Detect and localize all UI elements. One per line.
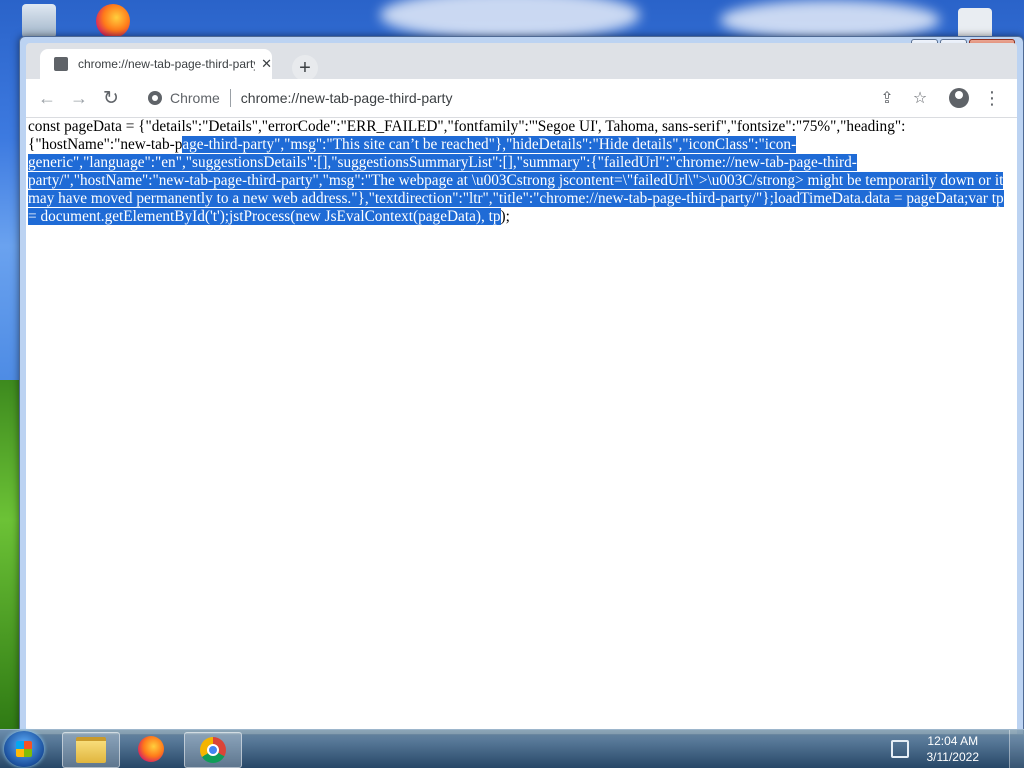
omnibox-separator [229, 89, 231, 107]
reload-icon[interactable]: ↻ [100, 87, 122, 109]
network-icon[interactable] [890, 740, 909, 758]
chrome-chip-icon [148, 91, 162, 105]
share-icon[interactable]: ⇪ [876, 87, 898, 109]
star-icon[interactable]: ☆ [909, 87, 931, 109]
address-bar[interactable]: Chrome chrome://new-tab-page-third-party [140, 84, 915, 112]
chrome-icon [200, 737, 226, 763]
url-text[interactable]: chrome://new-tab-page-third-party [241, 90, 453, 106]
taskbar-chrome-button[interactable] [184, 732, 242, 768]
chrome-chip-label: Chrome [170, 90, 220, 106]
kebab-menu-icon[interactable]: ⋮ [981, 87, 1003, 109]
tab-title: chrome://new-tab-page-third-party [77, 57, 256, 71]
browser-toolbar: ← → ↻ Chrome chrome://new-tab-page-third… [26, 79, 1017, 118]
firefox-desktop-icon[interactable] [96, 4, 130, 38]
clock-time: 12:04 AM [927, 734, 979, 748]
taskbar-explorer-button[interactable] [62, 732, 120, 768]
unselected-text-end: ); [500, 208, 510, 225]
desktop-cloud [380, 0, 640, 40]
profile-icon[interactable] [948, 87, 970, 109]
browser-tab[interactable]: chrome://new-tab-page-third-party ✕ [40, 49, 272, 79]
firefox-icon [138, 736, 164, 762]
page-favicon-icon [54, 57, 68, 71]
start-button[interactable] [4, 731, 44, 767]
taskbar-firefox-button[interactable] [123, 732, 179, 766]
browser-window: — ▫ ✕ chrome://new-tab-page-third-party … [19, 36, 1024, 735]
tab-strip: chrome://new-tab-page-third-party ✕ + [26, 43, 1017, 81]
new-tab-button[interactable]: + [292, 55, 318, 81]
desktop-cloud [720, 0, 940, 40]
show-desktop-button[interactable] [1009, 730, 1024, 768]
arrow-right-icon[interactable]: → [68, 87, 90, 109]
page-source-text[interactable]: const pageData = {"details":"Details","e… [26, 118, 1017, 734]
arrow-left-icon[interactable]: ← [36, 87, 58, 109]
clock-date: 3/11/2022 [926, 750, 980, 764]
system-tray: 12:04 AM 3/11/2022 [890, 730, 1024, 768]
folder-icon [76, 737, 106, 763]
recycle-bin-icon[interactable] [22, 4, 56, 38]
clock[interactable]: 12:04 AM 3/11/2022 [927, 733, 980, 765]
taskbar: 12:04 AM 3/11/2022 [0, 729, 1024, 768]
tab-close-icon[interactable]: ✕ [261, 56, 272, 72]
